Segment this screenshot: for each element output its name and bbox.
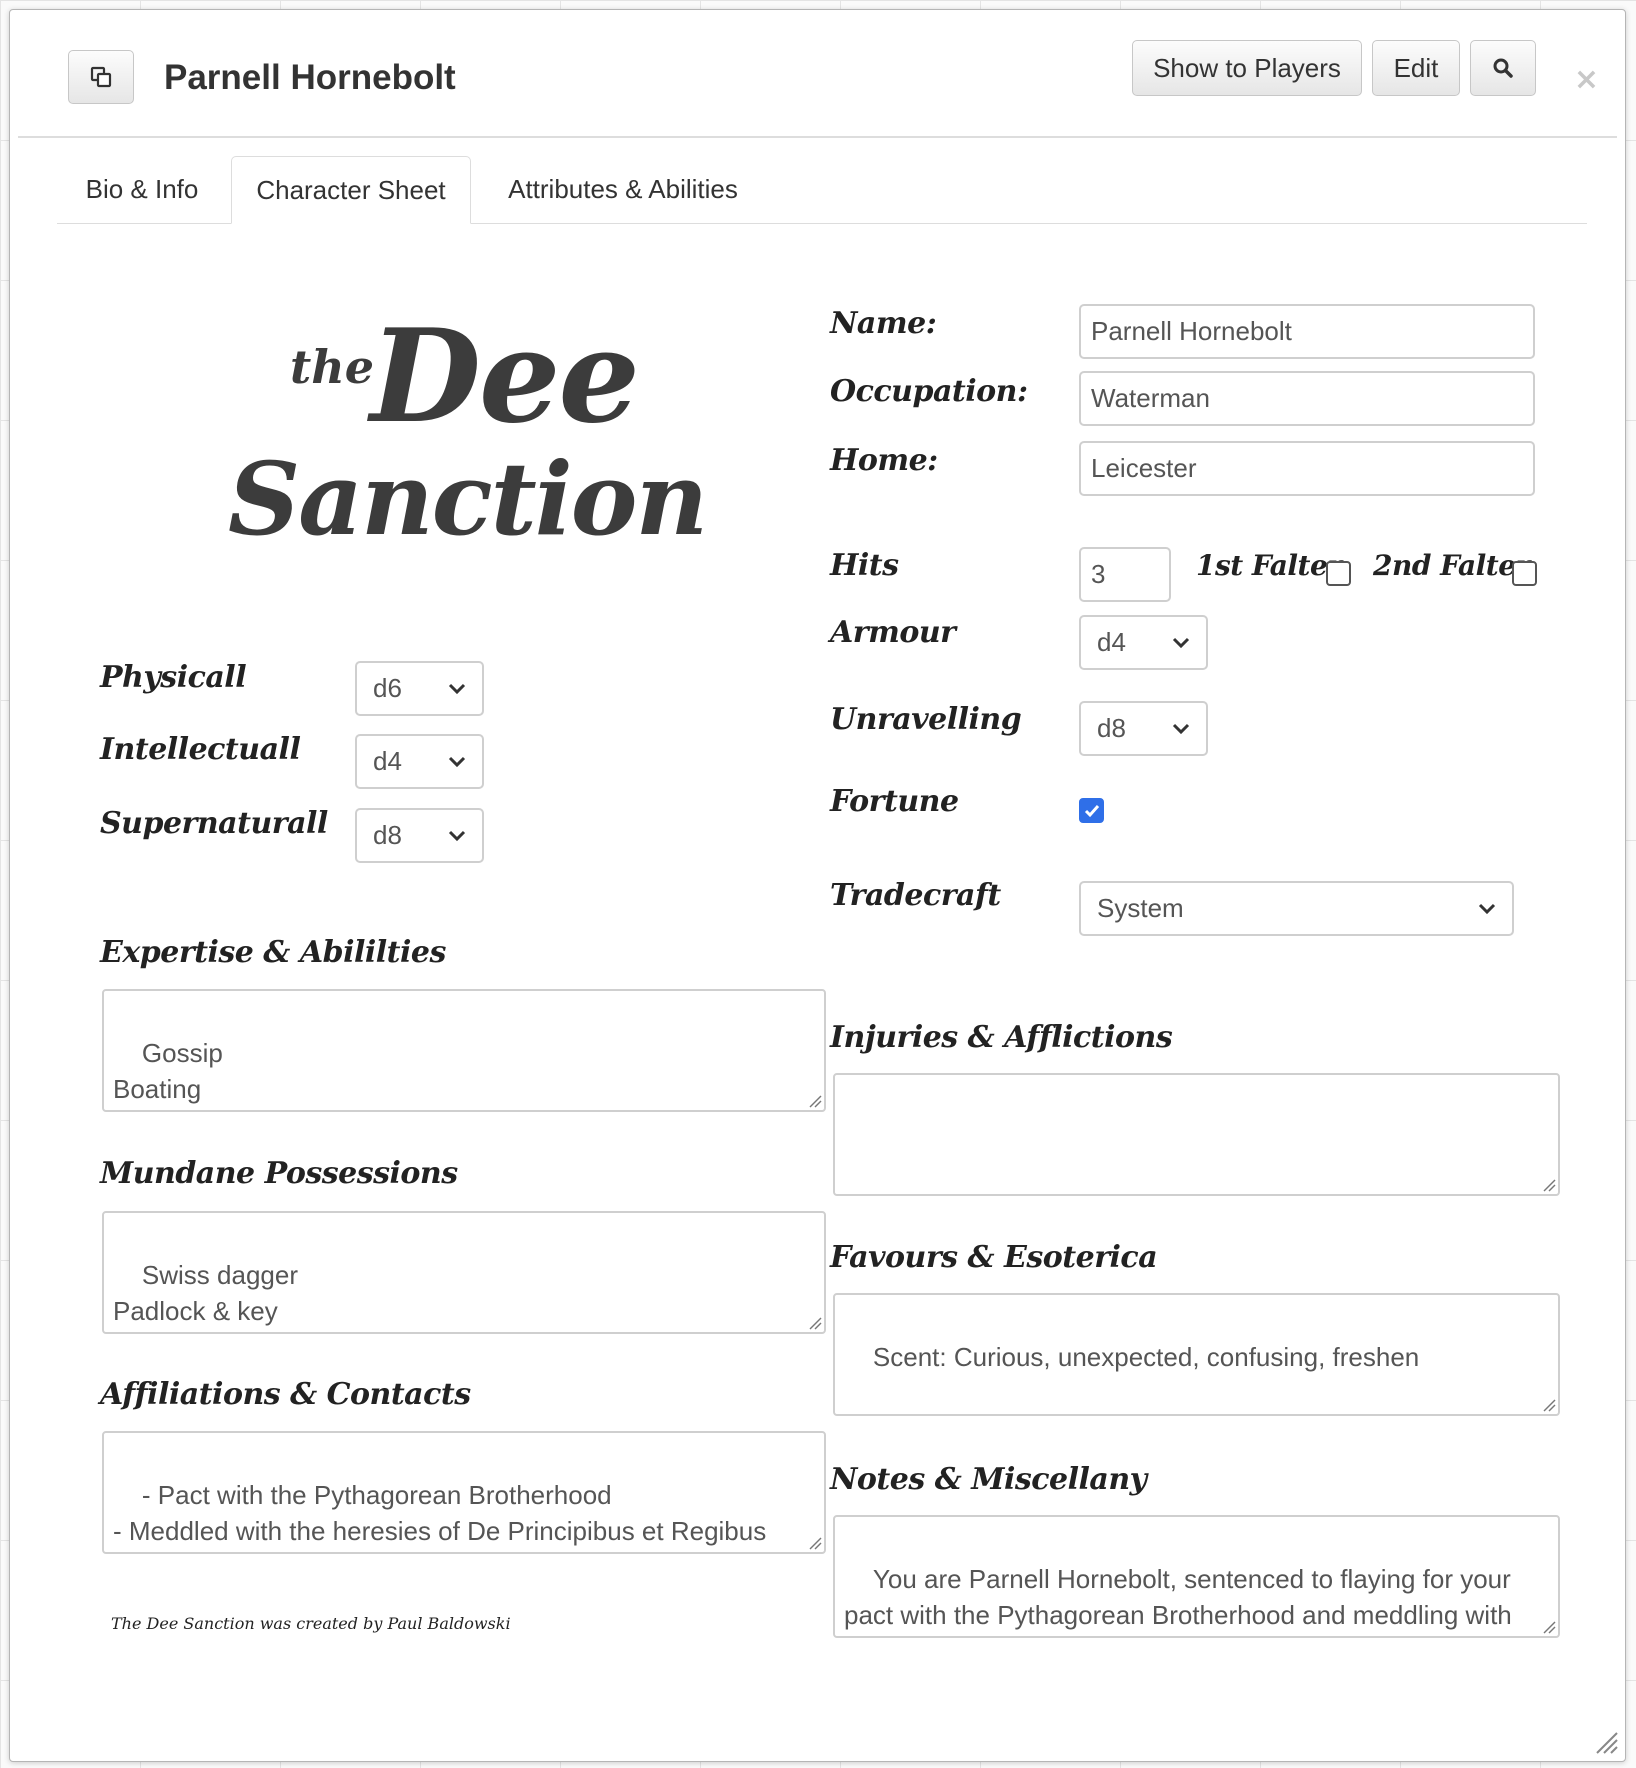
injuries-label: Injuries & Afflictions [830,1020,1173,1055]
possessions-textarea[interactable]: Swiss dagger Padlock & key Wool coat [102,1211,826,1334]
favours-textarea[interactable]: Scent: Curious, unexpected, confusing, f… [833,1293,1560,1416]
occupation-input[interactable]: Waterman [1079,371,1535,426]
injuries-textarea[interactable] [833,1073,1560,1196]
chevron-down-icon [1172,723,1190,734]
resize-grip-icon[interactable] [1542,1620,1556,1634]
search-button[interactable] [1470,40,1536,96]
tab-bar: Bio & Info Character Sheet Attributes & … [57,156,1587,224]
tab-attributes-abilities[interactable]: Attributes & Abilities [475,156,771,223]
chevron-down-icon [448,830,466,841]
supernaturall-select[interactable]: d8 [355,808,484,863]
name-label: Name: [830,306,937,341]
tab-character-sheet[interactable]: Character Sheet [231,156,471,224]
physicall-value: d6 [373,673,402,703]
intellectuall-value: d4 [373,746,402,776]
logo-sanction: Sanction [228,440,708,558]
tradecraft-label: Tradecraft [830,878,1001,913]
affiliations-text: - Pact with the Pythagorean Brotherhood … [113,1480,767,1546]
logo-dee: Dee [370,302,640,452]
logo-the: the [290,340,374,394]
first-falter-label: 1st Falter [1196,549,1342,582]
affiliations-label: Affiliations & Contacts [100,1377,471,1412]
expertise-text: Gossip Boating Numerology [113,1038,223,1104]
character-sheet-dialog: Parnell Hornebolt Show to Players Edit ×… [9,9,1626,1762]
intellectuall-label: Intellectuall [100,732,301,767]
possessions-text: Swiss dagger Padlock & key Wool coat [113,1260,298,1326]
expertise-textarea[interactable]: Gossip Boating Numerology [102,989,826,1112]
fortune-label: Fortune [830,784,959,819]
possessions-label: Mundane Possessions [100,1156,458,1191]
home-input[interactable]: Leicester [1079,441,1535,496]
chevron-down-icon [1478,903,1496,914]
armour-label: Armour [830,615,956,650]
chevron-down-icon [1172,637,1190,648]
hits-input[interactable]: 3 [1079,547,1171,602]
unravelling-select[interactable]: d8 [1079,701,1208,756]
dee-sanction-logo: the Dee Sanction [210,302,708,562]
dialog-resize-icon[interactable] [1595,1731,1619,1755]
checkmark-icon [1084,804,1099,817]
expertise-label: Expertise & Abililties [100,935,446,970]
armour-select[interactable]: d4 [1079,615,1208,670]
tradecraft-value: System [1097,893,1184,923]
second-falter-checkbox[interactable] [1512,561,1537,586]
home-label: Home: [830,443,938,478]
second-falter-label: 2nd Falter [1373,549,1530,582]
notes-textarea[interactable]: You are Parnell Hornebolt, sentenced to … [833,1515,1560,1638]
supernaturall-label: Supernaturall [100,806,328,841]
favours-text: Scent: Curious, unexpected, confusing, f… [872,1342,1420,1372]
popout-button[interactable] [68,50,134,104]
first-falter-checkbox[interactable] [1326,561,1351,586]
resize-grip-icon[interactable] [808,1094,822,1108]
hits-label: Hits [830,548,899,583]
dialog-titlebar: Parnell Hornebolt Show to Players Edit × [18,10,1617,138]
favours-label: Favours & Esoterica [830,1240,1158,1275]
character-name-title: Parnell Hornebolt [164,58,456,97]
edit-button[interactable]: Edit [1372,40,1460,96]
intellectuall-select[interactable]: d4 [355,734,484,789]
search-icon [1493,58,1513,78]
credit-text: The Dee Sanction was created by Paul Bal… [111,1614,511,1633]
physicall-select[interactable]: d6 [355,661,484,716]
occupation-label: Occupation: [830,374,1028,409]
notes-text: You are Parnell Hornebolt, sentenced to … [844,1564,1512,1630]
physicall-label: Physicall [100,660,247,695]
show-to-players-button[interactable]: Show to Players [1132,40,1362,96]
supernaturall-value: d8 [373,820,402,850]
affiliations-textarea[interactable]: - Pact with the Pythagorean Brotherhood … [102,1431,826,1554]
notes-label: Notes & Miscellany [830,1462,1147,1497]
close-icon[interactable]: × [1574,62,1599,97]
chevron-down-icon [448,756,466,767]
armour-value: d4 [1097,627,1126,657]
resize-grip-icon[interactable] [1542,1398,1556,1412]
resize-grip-icon[interactable] [1542,1178,1556,1192]
tab-bio-info[interactable]: Bio & Info [57,156,227,223]
tradecraft-select[interactable]: System [1079,881,1514,936]
unravelling-label: Unravelling [830,702,1022,737]
unravelling-value: d8 [1097,713,1126,743]
fortune-checkbox[interactable] [1079,798,1104,823]
popout-icon [90,66,112,88]
name-input[interactable]: Parnell Hornebolt [1079,304,1535,359]
resize-grip-icon[interactable] [808,1536,822,1550]
resize-grip-icon[interactable] [808,1316,822,1330]
chevron-down-icon [448,683,466,694]
